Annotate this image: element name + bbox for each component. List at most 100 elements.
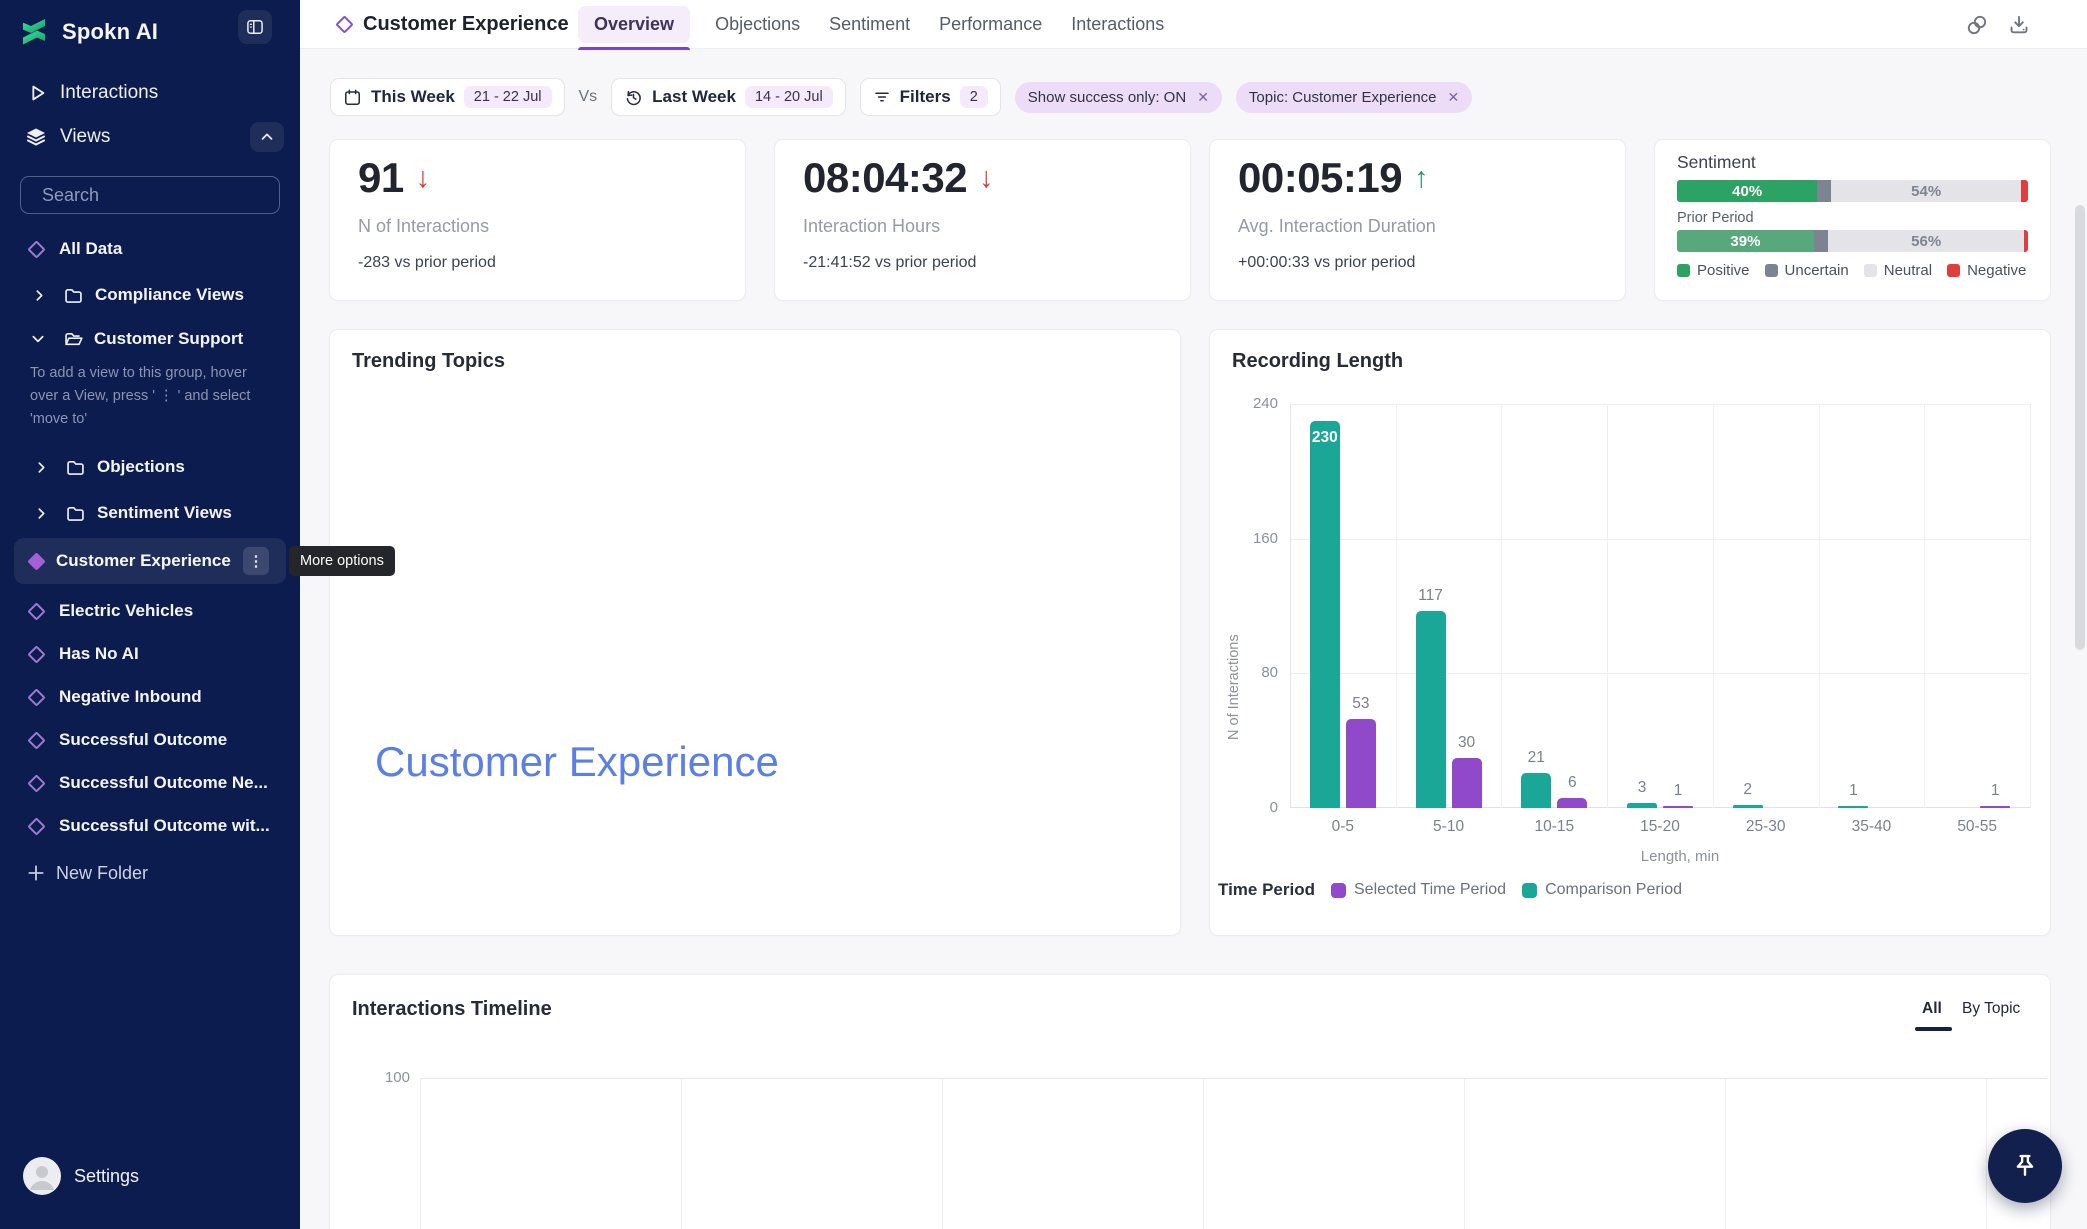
compliance-views-label: Compliance Views (95, 285, 244, 304)
bar-selected-time-period-0-5 (1345, 718, 1376, 808)
chevron-down-icon (32, 335, 44, 343)
recording-length-card: Recording Length N of Interactions 230 53… (1210, 330, 2050, 935)
close-icon[interactable]: ✕ (1448, 89, 1460, 106)
panel-collapse-icon (247, 20, 263, 34)
sentiment-prior-label: Prior Period (1677, 210, 1754, 226)
x-tick-5-10: 5-10 (1433, 818, 1465, 835)
sentiment-bar-current: 40% 54% (1677, 180, 2028, 202)
collapse-sidebar-button[interactable] (238, 10, 272, 44)
compare-range-badge: 14 - 20 Jul (744, 86, 833, 108)
views-label: Views (60, 126, 111, 147)
layers-icon (27, 128, 45, 146)
kpi-card-avg-duration: 00:05:19 ↑ Avg. Interaction Duration +00… (1210, 140, 1625, 300)
group-hint-text: To add a view to this group, hover over … (30, 365, 251, 427)
trending-topic-word[interactable]: Customer Experience (375, 738, 779, 786)
tab-objections[interactable]: Objections (711, 6, 804, 43)
sidebar-folder-objections[interactable]: Objections (0, 450, 300, 484)
sidebar-item-views[interactable]: Views (0, 120, 300, 154)
legend-item-positive: Positive (1677, 262, 1750, 279)
legend-label: Negative (1967, 262, 2027, 279)
chip-success-label: Show success only: ON (1027, 88, 1187, 106)
bar-comparison-period-35-40 (1838, 806, 1869, 808)
toggle-by-topic[interactable]: By Topic (1962, 1000, 2020, 1018)
bar-value-label: 30 (1457, 733, 1476, 751)
compare-period-button[interactable]: Last Week 14 - 20 Jul (611, 78, 846, 116)
bar-value-label: 1 (1849, 782, 1858, 799)
sidebar-item-successful-outcome-ne[interactable]: Successful Outcome Ne... (0, 766, 300, 800)
sidebar-item-all-data[interactable]: All Data (0, 232, 300, 266)
scrollbar-thumb[interactable] (2075, 205, 2085, 650)
sidebar-item-negative-inbound[interactable]: Negative Inbound (0, 680, 300, 714)
sentiment-segment: 54% (1831, 180, 2021, 202)
page-header: Customer Experience Overview Objections … (300, 0, 2087, 50)
y-tick-160: 160 (1252, 529, 1278, 547)
tab-interactions[interactable]: Interactions (1067, 6, 1168, 43)
v-gridline (1464, 1079, 1465, 1229)
search-input[interactable] (42, 184, 274, 206)
filters-button[interactable]: Filters 2 (859, 78, 1001, 116)
y-tick-80: 80 (1261, 664, 1278, 682)
bar-comparison-period-25-30 (1732, 804, 1763, 808)
sidebar-item-successful-outcome[interactable]: Successful Outcome (0, 723, 300, 757)
legend-title: Time Period (1218, 880, 1315, 899)
customer-support-label: Customer Support (94, 329, 244, 348)
download-icon[interactable] (2007, 13, 2031, 37)
filter-icon (874, 92, 889, 102)
legend-item-selected: Selected Time Period (1331, 881, 1506, 899)
sentiment-segment (1817, 180, 1832, 202)
h-gridline (1290, 538, 2030, 540)
bar-comparison-period-5-10 (1415, 611, 1446, 808)
sidebar-item-has-no-ai[interactable]: Has No AI (0, 637, 300, 671)
link-icon[interactable] (1965, 13, 1989, 37)
trending-topics-title: Trending Topics (352, 350, 505, 372)
trend-arrow-icon: ↑ (1414, 161, 1429, 194)
h-gridline (1290, 404, 2030, 405)
page-title: Customer Experience (363, 13, 569, 35)
sidebar-item-interactions[interactable]: Interactions (0, 76, 300, 110)
toggle-all[interactable]: All (1922, 1000, 1942, 1018)
x-tick-15-20: 15-20 (1640, 818, 1680, 835)
diamond-icon (27, 601, 46, 621)
kpi-value: 08:04:32 (803, 154, 968, 201)
tab-overview[interactable]: Overview (578, 6, 691, 50)
sentiment-views-label: Sentiment Views (97, 503, 232, 522)
kpi-delta: +00:00:33 vs prior period (1238, 254, 1416, 271)
v-gridline (1924, 404, 1926, 808)
successful-outcome-wit-label: Successful Outcome wit... (59, 816, 270, 835)
collapse-views-button[interactable] (250, 122, 284, 152)
diamond-icon (27, 551, 46, 571)
y-axis-ticks: 0 80 160 240 (1232, 395, 1278, 816)
filter-chip-topic[interactable]: Topic: Customer Experience ✕ (1235, 81, 1473, 113)
period-selector-button[interactable]: This Week 21 - 22 Jul (330, 78, 565, 116)
sidebar-item-customer-experience[interactable]: Customer Experience ⋮ (14, 538, 286, 584)
sidebar-folder-sentiment-views[interactable]: Sentiment Views (0, 496, 300, 530)
new-folder-button[interactable]: New Folder (0, 856, 300, 890)
sidebar-item-successful-outcome-wit[interactable]: Successful Outcome wit... (0, 809, 300, 843)
sidebar-folder-compliance-views[interactable]: Compliance Views (0, 278, 300, 312)
sidebar-item-electric-vehicles[interactable]: Electric Vehicles (0, 594, 300, 628)
calendar-icon (345, 88, 360, 105)
filters-count-badge: 2 (959, 86, 988, 108)
view-diamond-icon (335, 15, 354, 34)
close-icon[interactable]: ✕ (1197, 89, 1209, 106)
kpi-delta: -283 vs prior period (358, 254, 496, 271)
legend-item-neutral: Neutral (1863, 262, 1933, 279)
filter-chip-success[interactable]: Show success only: ON ✕ (1014, 81, 1222, 113)
legend-item-uncertain: Uncertain (1764, 262, 1849, 279)
more-options-button[interactable]: ⋮ (243, 547, 269, 575)
settings-button[interactable]: Settings (0, 1152, 300, 1200)
sidebar-folder-customer-support[interactable]: Customer Support (0, 322, 300, 356)
tab-performance[interactable]: Performance (935, 6, 1046, 43)
diamond-icon (27, 730, 46, 750)
pin-fab-button[interactable] (1988, 1129, 2062, 1203)
search-box[interactable] (20, 176, 280, 214)
legend-label: Uncertain (1784, 262, 1849, 279)
kpi-label: Interaction Hours (803, 216, 941, 236)
x-tick-10-15: 10-15 (1534, 818, 1575, 835)
tab-sentiment[interactable]: Sentiment (825, 6, 914, 43)
legend-label: Neutral (1883, 262, 1933, 279)
v-gridline (942, 1079, 943, 1229)
h-gridline (1290, 807, 2030, 808)
bar-selected-time-period-5-10 (1451, 757, 1482, 808)
diamond-icon (27, 687, 46, 707)
